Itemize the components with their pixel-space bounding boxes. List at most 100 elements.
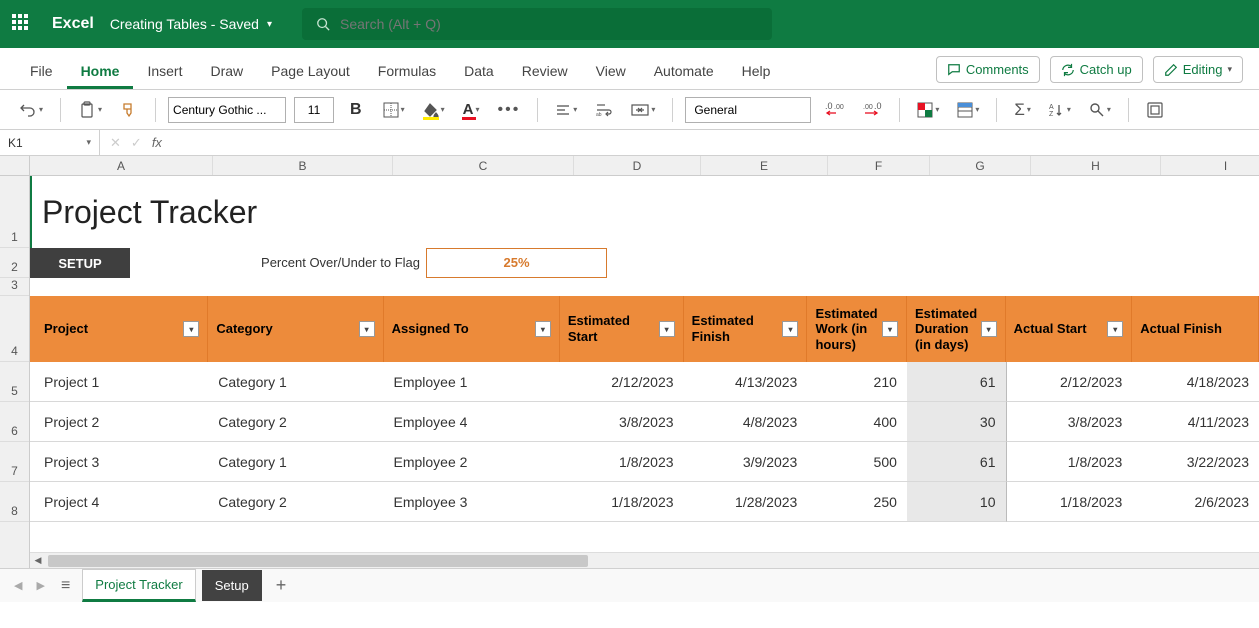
cell-act-start[interactable]: 2/12/2023 [1006,362,1133,402]
setup-button[interactable]: SETUP [30,248,130,278]
cell-work[interactable]: 250 [807,482,907,522]
cell-project[interactable]: Project 1 [30,362,208,402]
cell-duration[interactable]: 61 [907,442,1006,482]
tab-page-layout[interactable]: Page Layout [257,53,364,89]
cell-duration[interactable]: 30 [907,402,1006,442]
catch-up-button[interactable]: Catch up [1050,56,1143,83]
sheet-next-icon[interactable]: ▶ [32,575,48,596]
header-est-finish[interactable]: Estimated Finish▾ [684,296,808,362]
cell-act-finish[interactable]: 4/18/2023 [1132,362,1259,402]
col-header-D[interactable]: D [574,156,701,175]
tab-draw[interactable]: Draw [196,53,257,89]
header-act-finish[interactable]: Actual Finish [1132,296,1259,362]
col-header-I[interactable]: I [1161,156,1259,175]
flag-value-cell[interactable]: 25% [426,248,607,278]
cell-assigned[interactable]: Employee 4 [384,402,560,442]
align-button[interactable]: ▾ [550,98,582,122]
tab-help[interactable]: Help [728,53,785,89]
row-header-3[interactable]: 3 [0,278,29,296]
header-assigned[interactable]: Assigned To▾ [384,296,560,362]
comments-button[interactable]: Comments [936,56,1040,83]
col-header-B[interactable]: B [213,156,393,175]
format-table-button[interactable]: ▾ [952,98,984,122]
cell-est-start[interactable]: 1/18/2023 [560,482,684,522]
cell-project[interactable]: Project 2 [30,402,208,442]
fill-color-button[interactable]: ▾ [418,98,450,122]
sheet-tab-project-tracker[interactable]: Project Tracker [82,569,195,602]
filter-icon[interactable]: ▾ [1107,321,1123,337]
editing-mode-button[interactable]: Editing ▾ [1153,56,1243,83]
tab-automate[interactable]: Automate [640,53,728,89]
col-header-G[interactable]: G [930,156,1031,175]
cell-work[interactable]: 210 [807,362,907,402]
add-sheet-icon[interactable]: + [268,575,295,596]
sort-filter-button[interactable]: AZ▾ [1044,98,1076,122]
col-header-F[interactable]: F [828,156,930,175]
select-all-corner[interactable] [0,156,30,176]
conditional-format-button[interactable]: ▾ [912,98,944,122]
increase-decimal-button[interactable]: .00.0 [857,97,887,123]
row-header-1[interactable]: 1 [0,176,29,248]
filter-icon[interactable]: ▾ [183,321,199,337]
filter-icon[interactable]: ▾ [659,321,675,337]
filter-icon[interactable]: ▾ [359,321,375,337]
chevron-down-icon[interactable]: ▾ [86,137,91,148]
cell-act-finish[interactable]: 3/22/2023 [1132,442,1259,482]
document-name[interactable]: Creating Tables - Saved [110,16,259,32]
font-size-select[interactable]: 11 [294,97,334,123]
cell-assigned[interactable]: Employee 3 [384,482,560,522]
col-header-A[interactable]: A [30,156,213,175]
format-painter-button[interactable] [115,97,143,123]
fx-icon[interactable]: fx [152,135,162,150]
decrease-decimal-button[interactable]: .0.00 [819,97,849,123]
horizontal-scrollbar[interactable]: ◀ [30,552,1259,568]
tab-data[interactable]: Data [450,53,508,89]
cell-duration[interactable]: 10 [907,482,1006,522]
cell-act-finish[interactable]: 4/11/2023 [1132,402,1259,442]
cell-assigned[interactable]: Employee 1 [384,362,560,402]
header-category[interactable]: Category▾ [208,296,383,362]
header-est-start[interactable]: Estimated Start▾ [560,296,684,362]
borders-button[interactable]: ▾ [378,98,410,122]
sheet-menu-icon[interactable]: ≡ [55,577,76,595]
name-box[interactable]: K1▾ [0,130,100,155]
cell-work[interactable]: 500 [807,442,907,482]
cell-act-finish[interactable]: 2/6/2023 [1132,482,1259,522]
app-launcher-icon[interactable] [12,14,32,34]
merge-button[interactable]: ▾ [626,98,660,122]
col-header-H[interactable]: H [1031,156,1161,175]
addins-button[interactable] [1141,97,1169,123]
tab-home[interactable]: Home [67,53,134,89]
row-header-5[interactable]: 5 [0,362,29,402]
cell-assigned[interactable]: Employee 2 [384,442,560,482]
tab-file[interactable]: File [16,53,67,89]
autosum-button[interactable]: Σ▾ [1009,96,1036,124]
scroll-thumb[interactable] [48,555,588,567]
cell-act-start[interactable]: 3/8/2023 [1006,402,1133,442]
font-name-select[interactable]: Century Gothic ... [168,97,286,123]
scroll-left-icon[interactable]: ◀ [30,553,46,569]
cell-est-finish[interactable]: 4/8/2023 [684,402,808,442]
header-est-work[interactable]: Estimated Work (in hours)▾ [807,296,907,362]
col-header-E[interactable]: E [701,156,828,175]
tab-formulas[interactable]: Formulas [364,53,450,89]
cell-est-finish[interactable]: 3/9/2023 [684,442,808,482]
cell-act-start[interactable]: 1/18/2023 [1006,482,1133,522]
sheet-tab-setup[interactable]: Setup [202,570,262,601]
wrap-text-button[interactable]: ab [590,98,618,122]
col-header-C[interactable]: C [393,156,574,175]
undo-button[interactable]: ▾ [14,97,48,123]
formula-input[interactable] [172,130,1259,155]
cell-est-start[interactable]: 2/12/2023 [560,362,684,402]
cell-project[interactable]: Project 4 [30,482,208,522]
header-est-dur[interactable]: Estimated Duration (in days)▾ [907,296,1006,362]
cell-est-start[interactable]: 1/8/2023 [560,442,684,482]
tab-review[interactable]: Review [508,53,582,89]
more-font-button[interactable]: ••• [492,97,525,123]
row-header-7[interactable]: 7 [0,442,29,482]
search-input[interactable] [340,16,758,32]
cell-duration[interactable]: 61 [907,362,1006,402]
header-act-start[interactable]: Actual Start▾ [1006,296,1133,362]
chevron-down-icon[interactable]: ▾ [267,19,272,30]
cell-est-finish[interactable]: 1/28/2023 [684,482,808,522]
